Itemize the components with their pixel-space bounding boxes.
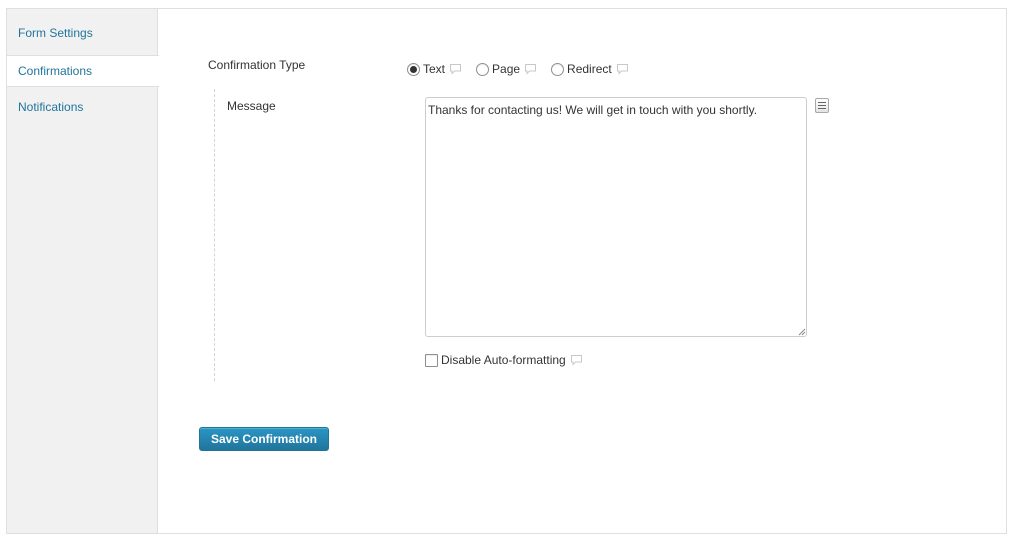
confirmation-type-label: Confirmation Type xyxy=(208,58,306,72)
resize-grip-icon[interactable] xyxy=(798,328,806,336)
radio-selected-dot xyxy=(410,65,417,73)
radio-label-page: Page xyxy=(492,62,521,76)
disable-autoformat-label: Disable Auto-formatting xyxy=(441,353,566,367)
radio-label-redirect: Redirect xyxy=(567,62,612,76)
sidebar-item-form-settings[interactable]: Form Settings xyxy=(7,17,159,49)
sidebar-item-notifications[interactable]: Notifications xyxy=(7,91,159,123)
settings-panel: Form Settings Confirmations Notification… xyxy=(6,8,1007,534)
message-textarea[interactable]: Thanks for contacting us! We will get in… xyxy=(425,97,807,337)
speech-bubble-icon[interactable] xyxy=(524,63,537,75)
save-confirmation-button[interactable]: Save Confirmation xyxy=(199,427,329,451)
radio-button-page[interactable] xyxy=(476,62,490,76)
sidebar-item-confirmations[interactable]: Confirmations xyxy=(7,55,159,87)
disable-autoformat-row[interactable]: Disable Auto-formatting xyxy=(425,352,583,368)
radio-option-text[interactable]: Text xyxy=(407,62,462,76)
radio-button-text[interactable] xyxy=(407,62,420,76)
disable-autoformat-checkbox[interactable] xyxy=(425,353,438,367)
radio-label-text: Text xyxy=(423,62,446,76)
speech-bubble-icon[interactable] xyxy=(449,63,462,75)
speech-bubble-icon[interactable] xyxy=(570,354,583,366)
speech-bubble-icon[interactable] xyxy=(616,63,629,75)
radio-option-page[interactable]: Page xyxy=(476,62,537,76)
merge-tag-list-icon[interactable] xyxy=(815,98,829,113)
radio-button-redirect[interactable] xyxy=(551,62,565,76)
confirmation-editor: Confirmation Type Text Page Redirect Mes… xyxy=(159,9,1006,533)
confirmation-type-options: Text Page Redirect xyxy=(407,60,643,78)
indent-guide-divider xyxy=(214,89,215,381)
radio-option-redirect[interactable]: Redirect xyxy=(551,62,629,76)
message-label: Message xyxy=(227,99,276,113)
settings-sidebar: Form Settings Confirmations Notification… xyxy=(7,9,159,533)
